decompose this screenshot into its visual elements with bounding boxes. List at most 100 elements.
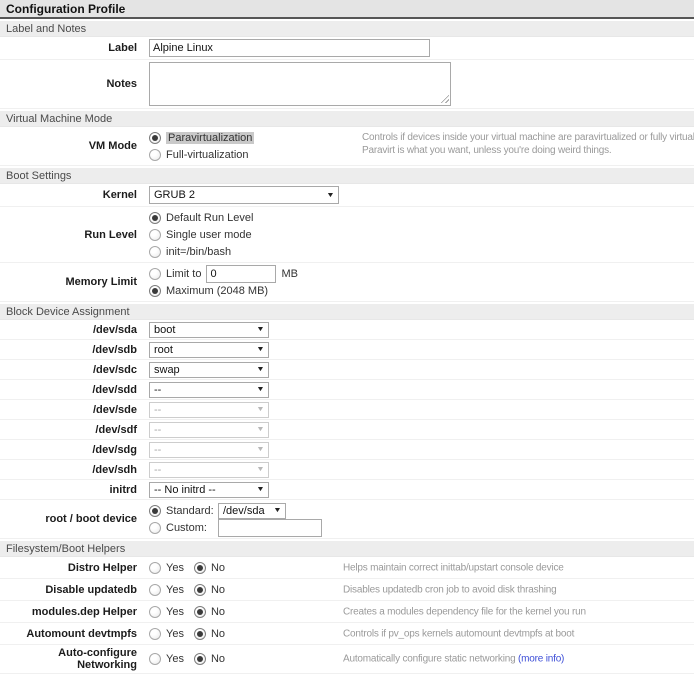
distro-helper-no-radio[interactable] xyxy=(194,562,206,574)
modules-dep-helper-label: modules.dep Helper xyxy=(0,606,145,618)
yes-label[interactable]: Yes xyxy=(166,562,184,574)
kernel-select[interactable]: GRUB 2 ▼ xyxy=(149,186,339,204)
auto-configure-networking-label: Auto-configure Networking xyxy=(0,647,145,671)
vm-mode-full-virtualization-radio[interactable] xyxy=(149,149,161,161)
no-label[interactable]: No xyxy=(211,628,225,640)
no-label[interactable]: No xyxy=(211,653,225,665)
automount-devtmpfs-no-radio[interactable] xyxy=(194,628,206,640)
disable-updatedb-label: Disable updatedb xyxy=(0,584,145,596)
root-boot-standard-radio[interactable] xyxy=(149,505,161,517)
chevron-down-icon: ▼ xyxy=(256,326,265,333)
automount-devtmpfs-help-text: Controls if pv_ops kernels automount dev… xyxy=(343,628,574,639)
chevron-down-icon: ▼ xyxy=(256,426,265,433)
more-info-link[interactable]: (more info) xyxy=(518,654,564,665)
root-boot-custom-radio[interactable] xyxy=(149,522,161,534)
chevron-down-icon: ▼ xyxy=(273,507,282,514)
run-level-init-bash-radio[interactable] xyxy=(149,246,161,258)
auto-configure-networking-yes-radio[interactable] xyxy=(149,653,161,665)
root-boot-custom-label[interactable]: Custom: xyxy=(166,522,218,534)
root-boot-standard-label[interactable]: Standard: xyxy=(166,505,218,517)
yes-label[interactable]: Yes xyxy=(166,584,184,596)
modules-dep-helper-no-radio[interactable] xyxy=(194,606,206,618)
section-header-vm-mode: Virtual Machine Mode xyxy=(0,111,694,127)
table-row: Disable updatedb Yes No Disables updated… xyxy=(0,579,694,601)
section-header-helpers: Filesystem/Boot Helpers xyxy=(0,541,694,557)
section-header-boot-settings: Boot Settings xyxy=(0,168,694,184)
run-level-single-user-label[interactable]: Single user mode xyxy=(166,229,252,241)
vm-mode-label: VM Mode xyxy=(0,140,145,152)
dev-sdg-select[interactable]: -- ▼ xyxy=(149,442,269,458)
table-row: /dev/sdh -- ▼ xyxy=(0,460,694,480)
label-input[interactable] xyxy=(149,39,430,57)
memory-limit-row: Memory Limit Limit to MB Maximum (2048 M… xyxy=(0,263,694,302)
memory-maximum-radio[interactable] xyxy=(149,285,161,297)
device-label: /dev/sde xyxy=(0,404,145,416)
device-label: /dev/sda xyxy=(0,324,145,336)
dev-sdd-select[interactable]: -- ▼ xyxy=(149,382,269,398)
vm-mode-help-text: Controls if devices inside your virtual … xyxy=(362,131,694,157)
chevron-down-icon: ▼ xyxy=(256,486,265,493)
vm-mode-paravirtualization-label[interactable]: Paravirtualization xyxy=(166,132,254,144)
chevron-down-icon: ▼ xyxy=(256,346,265,353)
yes-label[interactable]: Yes xyxy=(166,628,184,640)
dev-sda-select[interactable]: boot ▼ xyxy=(149,322,269,338)
automount-devtmpfs-yes-radio[interactable] xyxy=(149,628,161,640)
auto-configure-networking-no-radio[interactable] xyxy=(194,653,206,665)
yes-label[interactable]: Yes xyxy=(166,653,184,665)
notes-textarea[interactable] xyxy=(149,62,451,106)
run-level-row: Run Level Default Run Level Single user … xyxy=(0,207,694,263)
memory-maximum-label[interactable]: Maximum (2048 MB) xyxy=(166,285,268,297)
chevron-down-icon: ▼ xyxy=(256,466,265,473)
notes-field-label: Notes xyxy=(0,78,145,90)
table-row: /dev/sdg -- ▼ xyxy=(0,440,694,460)
table-row: /dev/sdd -- ▼ xyxy=(0,380,694,400)
distro-helper-help-text: Helps maintain correct inittab/upstart c… xyxy=(343,562,564,573)
disable-updatedb-no-radio[interactable] xyxy=(194,584,206,596)
chevron-down-icon: ▼ xyxy=(326,192,335,199)
memory-limit-to-label[interactable]: Limit to xyxy=(166,268,201,280)
chevron-down-icon: ▼ xyxy=(256,446,265,453)
kernel-label: Kernel xyxy=(0,189,145,201)
dev-sdc-select[interactable]: swap ▼ xyxy=(149,362,269,378)
root-boot-standard-select[interactable]: /dev/sda ▼ xyxy=(218,503,286,519)
no-label[interactable]: No xyxy=(211,606,225,618)
dev-sde-select[interactable]: -- ▼ xyxy=(149,402,269,418)
run-level-init-bash-label[interactable]: init=/bin/bash xyxy=(166,246,231,258)
table-row: /dev/sdf -- ▼ xyxy=(0,420,694,440)
initrd-label: initrd xyxy=(0,484,145,496)
disable-updatedb-help-text: Disables updatedb cron job to avoid disk… xyxy=(343,584,556,595)
root-boot-custom-input[interactable] xyxy=(218,519,322,537)
section-header-block-devices: Block Device Assignment xyxy=(0,304,694,320)
memory-limit-unit: MB xyxy=(281,268,298,280)
device-label: /dev/sdc xyxy=(0,364,145,376)
label-field-label: Label xyxy=(0,42,145,54)
device-label: /dev/sdb xyxy=(0,344,145,356)
no-label[interactable]: No xyxy=(211,584,225,596)
dev-sdh-select[interactable]: -- ▼ xyxy=(149,462,269,478)
distro-helper-yes-radio[interactable] xyxy=(149,562,161,574)
device-label: /dev/sdg xyxy=(0,444,145,456)
vm-mode-full-virtualization-label[interactable]: Full-virtualization xyxy=(166,149,249,161)
run-level-default-radio[interactable] xyxy=(149,212,161,224)
table-row: Auto-configure Networking Yes No Automat… xyxy=(0,645,694,674)
dev-sdb-select[interactable]: root ▼ xyxy=(149,342,269,358)
kernel-row: Kernel GRUB 2 ▼ xyxy=(0,184,694,207)
run-level-label: Run Level xyxy=(0,229,145,241)
run-level-default-label[interactable]: Default Run Level xyxy=(166,212,253,224)
page-title: Configuration Profile xyxy=(0,0,694,19)
table-row: /dev/sdc swap ▼ xyxy=(0,360,694,380)
chevron-down-icon: ▼ xyxy=(256,386,265,393)
memory-limit-to-radio[interactable] xyxy=(149,268,161,280)
auto-configure-networking-help-text: Automatically configure static networkin… xyxy=(343,654,564,665)
root-boot-device-label: root / boot device xyxy=(0,513,145,525)
dev-sdf-select[interactable]: -- ▼ xyxy=(149,422,269,438)
no-label[interactable]: No xyxy=(211,562,225,574)
modules-dep-helper-yes-radio[interactable] xyxy=(149,606,161,618)
memory-limit-input[interactable] xyxy=(206,265,276,283)
run-level-single-user-radio[interactable] xyxy=(149,229,161,241)
vm-mode-paravirtualization-radio[interactable] xyxy=(149,132,161,144)
initrd-select[interactable]: -- No initrd -- ▼ xyxy=(149,482,269,498)
chevron-down-icon: ▼ xyxy=(256,406,265,413)
yes-label[interactable]: Yes xyxy=(166,606,184,618)
disable-updatedb-yes-radio[interactable] xyxy=(149,584,161,596)
